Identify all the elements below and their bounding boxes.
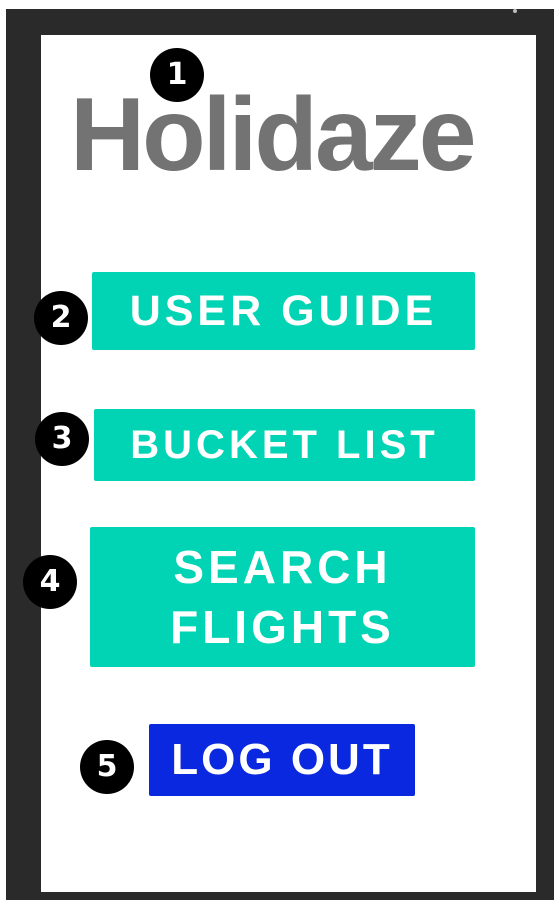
user-guide-button[interactable]: USER GUIDE	[92, 272, 475, 350]
annotation-badge-2-icon: 2	[34, 291, 88, 345]
annotation-badge-1-icon: 1	[150, 48, 204, 102]
log-out-button[interactable]: LOG OUT	[149, 724, 415, 796]
annotation-badge-4-icon: 4	[23, 555, 77, 609]
app-title: Holidaze	[70, 77, 477, 193]
annotation-badge-3-icon: 3	[35, 412, 89, 466]
annotation-badge-5-icon: 5	[80, 740, 134, 794]
bucket-list-button[interactable]: BUCKET LIST	[94, 409, 475, 481]
status-dot-icon	[513, 9, 517, 13]
search-flights-button[interactable]: SEARCH FLIGHTS	[90, 527, 475, 667]
